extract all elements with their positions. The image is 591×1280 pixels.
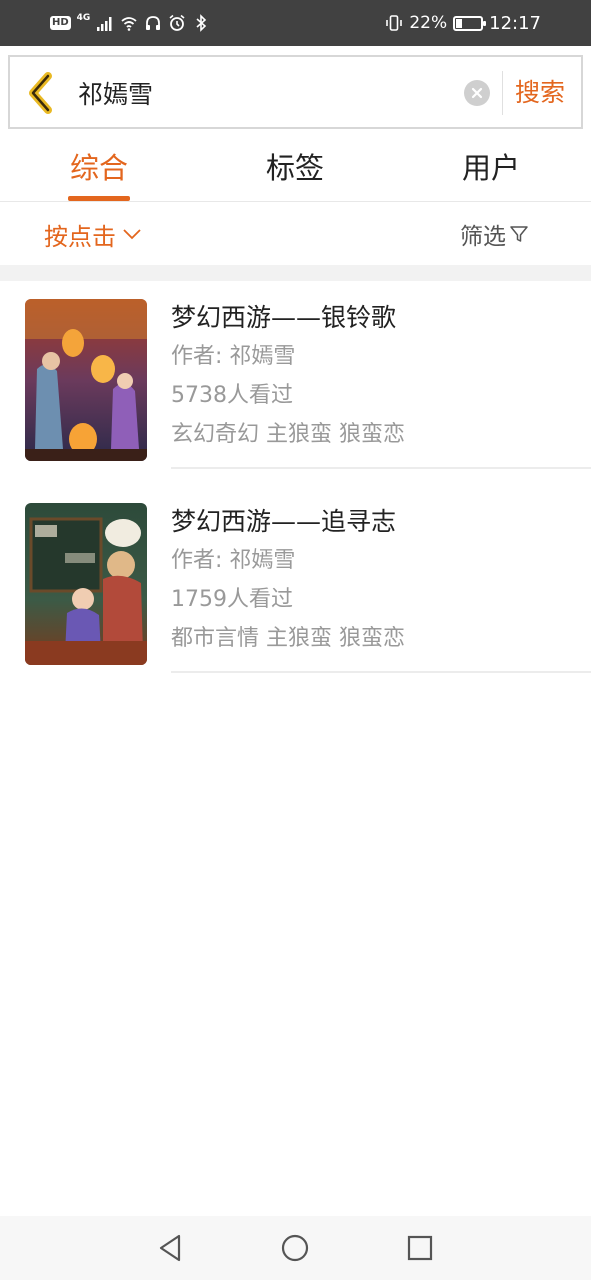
result-item[interactable]: 梦幻西游——银铃歌 作者: 祁嫣雪 5738人看过 玄幻奇幻 主狼蛮 狼蛮恋 [0, 281, 591, 485]
status-right-icons: 22% 12:17 [385, 12, 541, 34]
sort-label: 按点击 [44, 222, 116, 251]
active-tab-indicator [68, 196, 130, 201]
clear-icon[interactable] [464, 80, 490, 106]
bluetooth-icon [196, 14, 207, 32]
vibrate-icon [386, 15, 403, 31]
search-divider [502, 71, 503, 115]
search-input[interactable] [78, 73, 458, 113]
search-button[interactable]: 搜索 [510, 75, 570, 111]
result-info: 梦幻西游——银铃歌 作者: 祁嫣雪 5738人看过 玄幻奇幻 主狼蛮 狼蛮恋 [171, 299, 591, 454]
result-views: 1759人看过 [171, 587, 293, 612]
book-cover-image [25, 503, 147, 665]
chevron-left-icon[interactable] [24, 71, 60, 115]
back-triangle-icon[interactable] [150, 1228, 190, 1268]
sort-dropdown[interactable]: 按点击 [44, 217, 142, 251]
recents-square-icon[interactable] [400, 1228, 440, 1268]
wifi-icon [121, 17, 137, 31]
sort-filter-bar: 按点击 筛选 [0, 203, 591, 265]
tab-users[interactable]: 用户 [432, 130, 550, 202]
result-info: 梦幻西游——追寻志 作者: 祁嫣雪 1759人看过 都市言情 主狼蛮 狼蛮恋 [171, 503, 591, 658]
result-views: 5738人看过 [171, 383, 293, 408]
tab-comprehensive[interactable]: 综合 [40, 130, 158, 202]
battery-percent: 22% [409, 13, 448, 33]
result-tags: 玄幻奇幻 主狼蛮 狼蛮恋 [171, 422, 405, 447]
chevron-down-icon [123, 229, 141, 240]
signal-icon [97, 17, 112, 31]
headphones-icon [146, 16, 161, 30]
status-left-icons: HD 4G [50, 12, 210, 34]
result-author: 作者: 祁嫣雪 [171, 344, 296, 369]
search-bar: 搜索 [8, 55, 583, 129]
filter-button[interactable]: 筛选 [460, 217, 529, 251]
result-author: 作者: 祁嫣雪 [171, 548, 296, 573]
alarm-icon [169, 14, 185, 31]
battery-fill [456, 18, 462, 28]
battery-icon [453, 15, 487, 31]
clear-x-glyph [471, 87, 483, 99]
system-nav-bar [0, 1216, 591, 1280]
home-circle-icon[interactable] [275, 1228, 315, 1268]
status-time: 12:17 [489, 12, 541, 34]
network-type: 4G [76, 13, 91, 23]
tab-bar: 综合 标签 用户 [0, 130, 591, 202]
result-title: 梦幻西游——追寻志 [171, 507, 397, 536]
funnel-icon [510, 226, 528, 242]
result-list: 梦幻西游——银铃歌 作者: 祁嫣雪 5738人看过 玄幻奇幻 主狼蛮 狼蛮恋 梦… [0, 281, 591, 689]
section-separator [0, 265, 591, 281]
filter-label: 筛选 [460, 224, 506, 250]
result-item[interactable]: 梦幻西游——追寻志 作者: 祁嫣雪 1759人看过 都市言情 主狼蛮 狼蛮恋 [0, 485, 591, 689]
item-divider [171, 671, 591, 673]
hd-badge: HD [50, 16, 71, 30]
tab-tags[interactable]: 标签 [236, 130, 354, 202]
status-bar: HD 4G 22% 12:17 [0, 0, 591, 46]
book-cover-image [25, 299, 147, 461]
item-divider [171, 467, 591, 469]
result-tags: 都市言情 主狼蛮 狼蛮恋 [171, 626, 405, 651]
result-title: 梦幻西游——银铃歌 [171, 303, 397, 332]
